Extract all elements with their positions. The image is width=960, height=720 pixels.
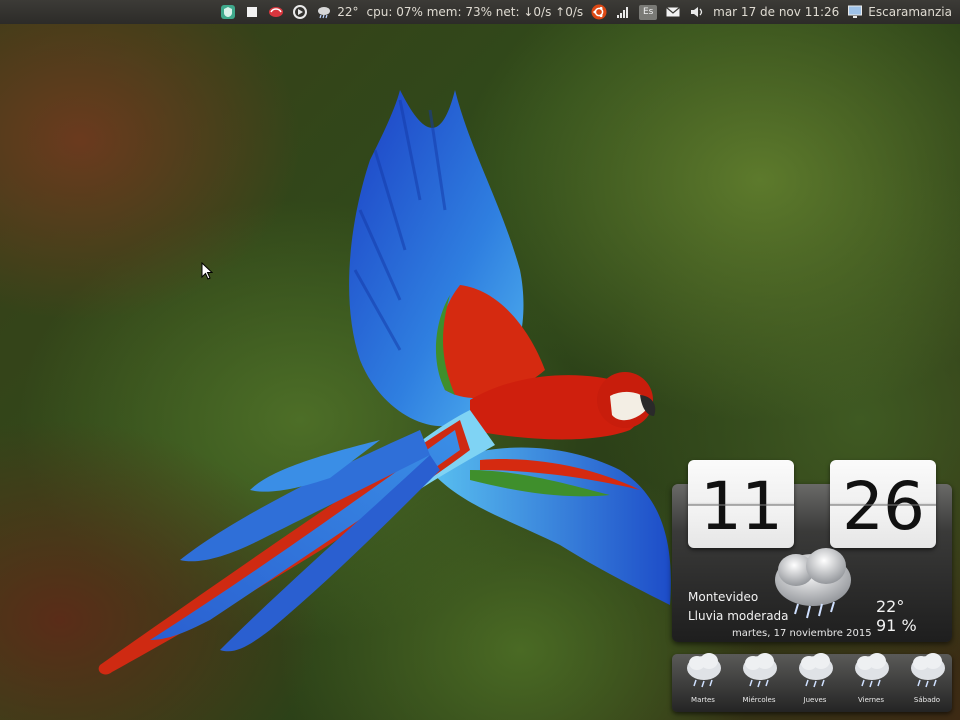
stop-icon: [244, 4, 260, 20]
forecast-day-label: Sábado: [913, 696, 941, 704]
weather-temperature: 22°: [876, 597, 905, 616]
indicator-app[interactable]: [216, 0, 240, 24]
ubuntu-icon: [591, 4, 607, 20]
clock-hours-card: 11: [688, 460, 794, 548]
rain-cloud-icon: [743, 653, 777, 688]
indicator-stop[interactable]: [240, 0, 264, 24]
indicator-weather[interactable]: 22°: [312, 0, 362, 24]
forecast-strip[interactable]: Martes Miércoles Jueves Viernes Sábado: [672, 653, 955, 712]
forecast-day: Jueves: [787, 653, 843, 712]
indicator-update[interactable]: [288, 0, 312, 24]
weather-date: martes, 17 noviembre 2015: [732, 628, 872, 639]
rain-cloud-icon: [799, 653, 833, 688]
forecast-day: Viernes: [843, 653, 899, 712]
computer-icon: [847, 4, 863, 20]
user-name: Escaramanzia: [868, 5, 952, 19]
indicator-sysmon[interactable]: cpu: 07% mem: 73% net: ↓0/s ↑0/s: [363, 0, 588, 24]
indicator-sound[interactable]: [685, 0, 709, 24]
indicator-sync[interactable]: [264, 0, 288, 24]
clock-weather-widget[interactable]: 11 26 Montevideo Lluvia moderada martes,…: [672, 460, 952, 646]
weather-temp-text: 22°: [337, 5, 359, 19]
forecast-day-label: Miércoles: [742, 696, 776, 704]
rain-cloud-icon: [855, 653, 889, 688]
clock-minutes-card: 26: [830, 460, 936, 548]
forecast-day: Miércoles: [731, 653, 787, 712]
rain-cloud-icon: [316, 4, 332, 20]
top-panel: 22° cpu: 07% mem: 73% net: ↓0/s ↑0/s Es …: [0, 0, 960, 24]
sync-icon: [268, 4, 284, 20]
keyboard-layout-icon: Es: [639, 4, 658, 20]
forecast-day: Sábado: [899, 653, 955, 712]
forecast-day: Martes: [675, 653, 731, 712]
clock-hours: 11: [700, 467, 783, 545]
system-monitor-text: cpu: 07% mem: 73% net: ↓0/s ↑0/s: [366, 5, 584, 19]
panel-datetime: mar 17 de nov 11:26: [713, 5, 840, 19]
update-icon: [292, 4, 308, 20]
shield-app-icon: [220, 4, 236, 20]
indicator-ubuntu-one[interactable]: [587, 0, 611, 24]
indicator-messages[interactable]: [661, 0, 685, 24]
forecast-day-label: Martes: [691, 696, 715, 704]
indicator-keyboard[interactable]: Es: [635, 0, 661, 24]
rain-cloud-icon: [687, 653, 721, 688]
clock-minutes: 26: [842, 467, 925, 545]
envelope-icon: [665, 4, 681, 20]
weather-condition: Lluvia moderada: [688, 609, 789, 623]
weather-humidity: 91 %: [876, 616, 917, 635]
forecast-day-label: Jueves: [803, 696, 827, 704]
weather-city: Montevideo: [688, 590, 759, 604]
rain-cloud-icon: [911, 653, 945, 688]
indicator-datetime[interactable]: mar 17 de nov 11:26: [709, 0, 843, 24]
mouse-pointer-icon: [201, 262, 213, 280]
indicator-network[interactable]: [611, 0, 635, 24]
indicator-session[interactable]: Escaramanzia: [843, 0, 956, 24]
keyboard-layout-text: Es: [642, 7, 654, 17]
speaker-icon: [689, 4, 705, 20]
forecast-day-label: Viernes: [857, 696, 885, 704]
network-signal-icon: [615, 4, 631, 20]
